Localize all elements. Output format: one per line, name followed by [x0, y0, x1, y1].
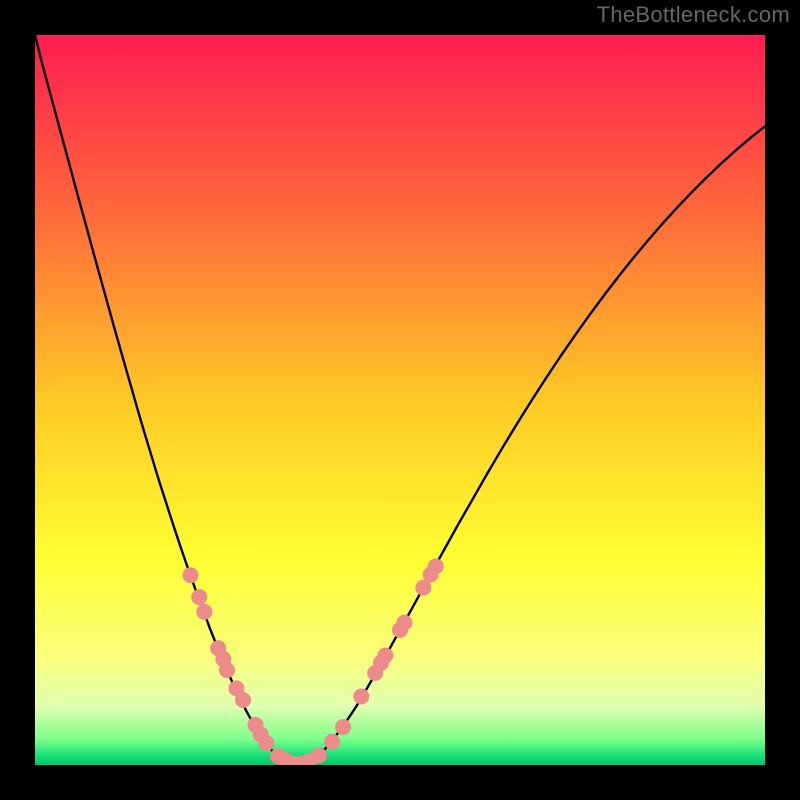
data-point-marker: [219, 662, 235, 678]
data-point-marker: [396, 615, 412, 631]
data-point-marker: [235, 692, 251, 708]
data-point-marker: [324, 734, 340, 750]
data-point-marker: [258, 735, 274, 751]
data-point-marker: [428, 558, 444, 574]
data-point-marker: [196, 604, 212, 620]
data-point-marker: [353, 688, 369, 704]
data-point-marker: [377, 648, 393, 664]
data-point-marker: [335, 719, 351, 735]
watermark-text: TheBottleneck.com: [597, 2, 790, 28]
gradient-background: [35, 35, 765, 765]
data-point-marker: [182, 567, 198, 583]
data-point-marker: [191, 589, 207, 605]
chart-frame: TheBottleneck.com: [0, 0, 800, 800]
chart-plot-area: [35, 35, 765, 765]
chart-svg: [35, 35, 765, 765]
data-point-marker: [311, 748, 327, 764]
